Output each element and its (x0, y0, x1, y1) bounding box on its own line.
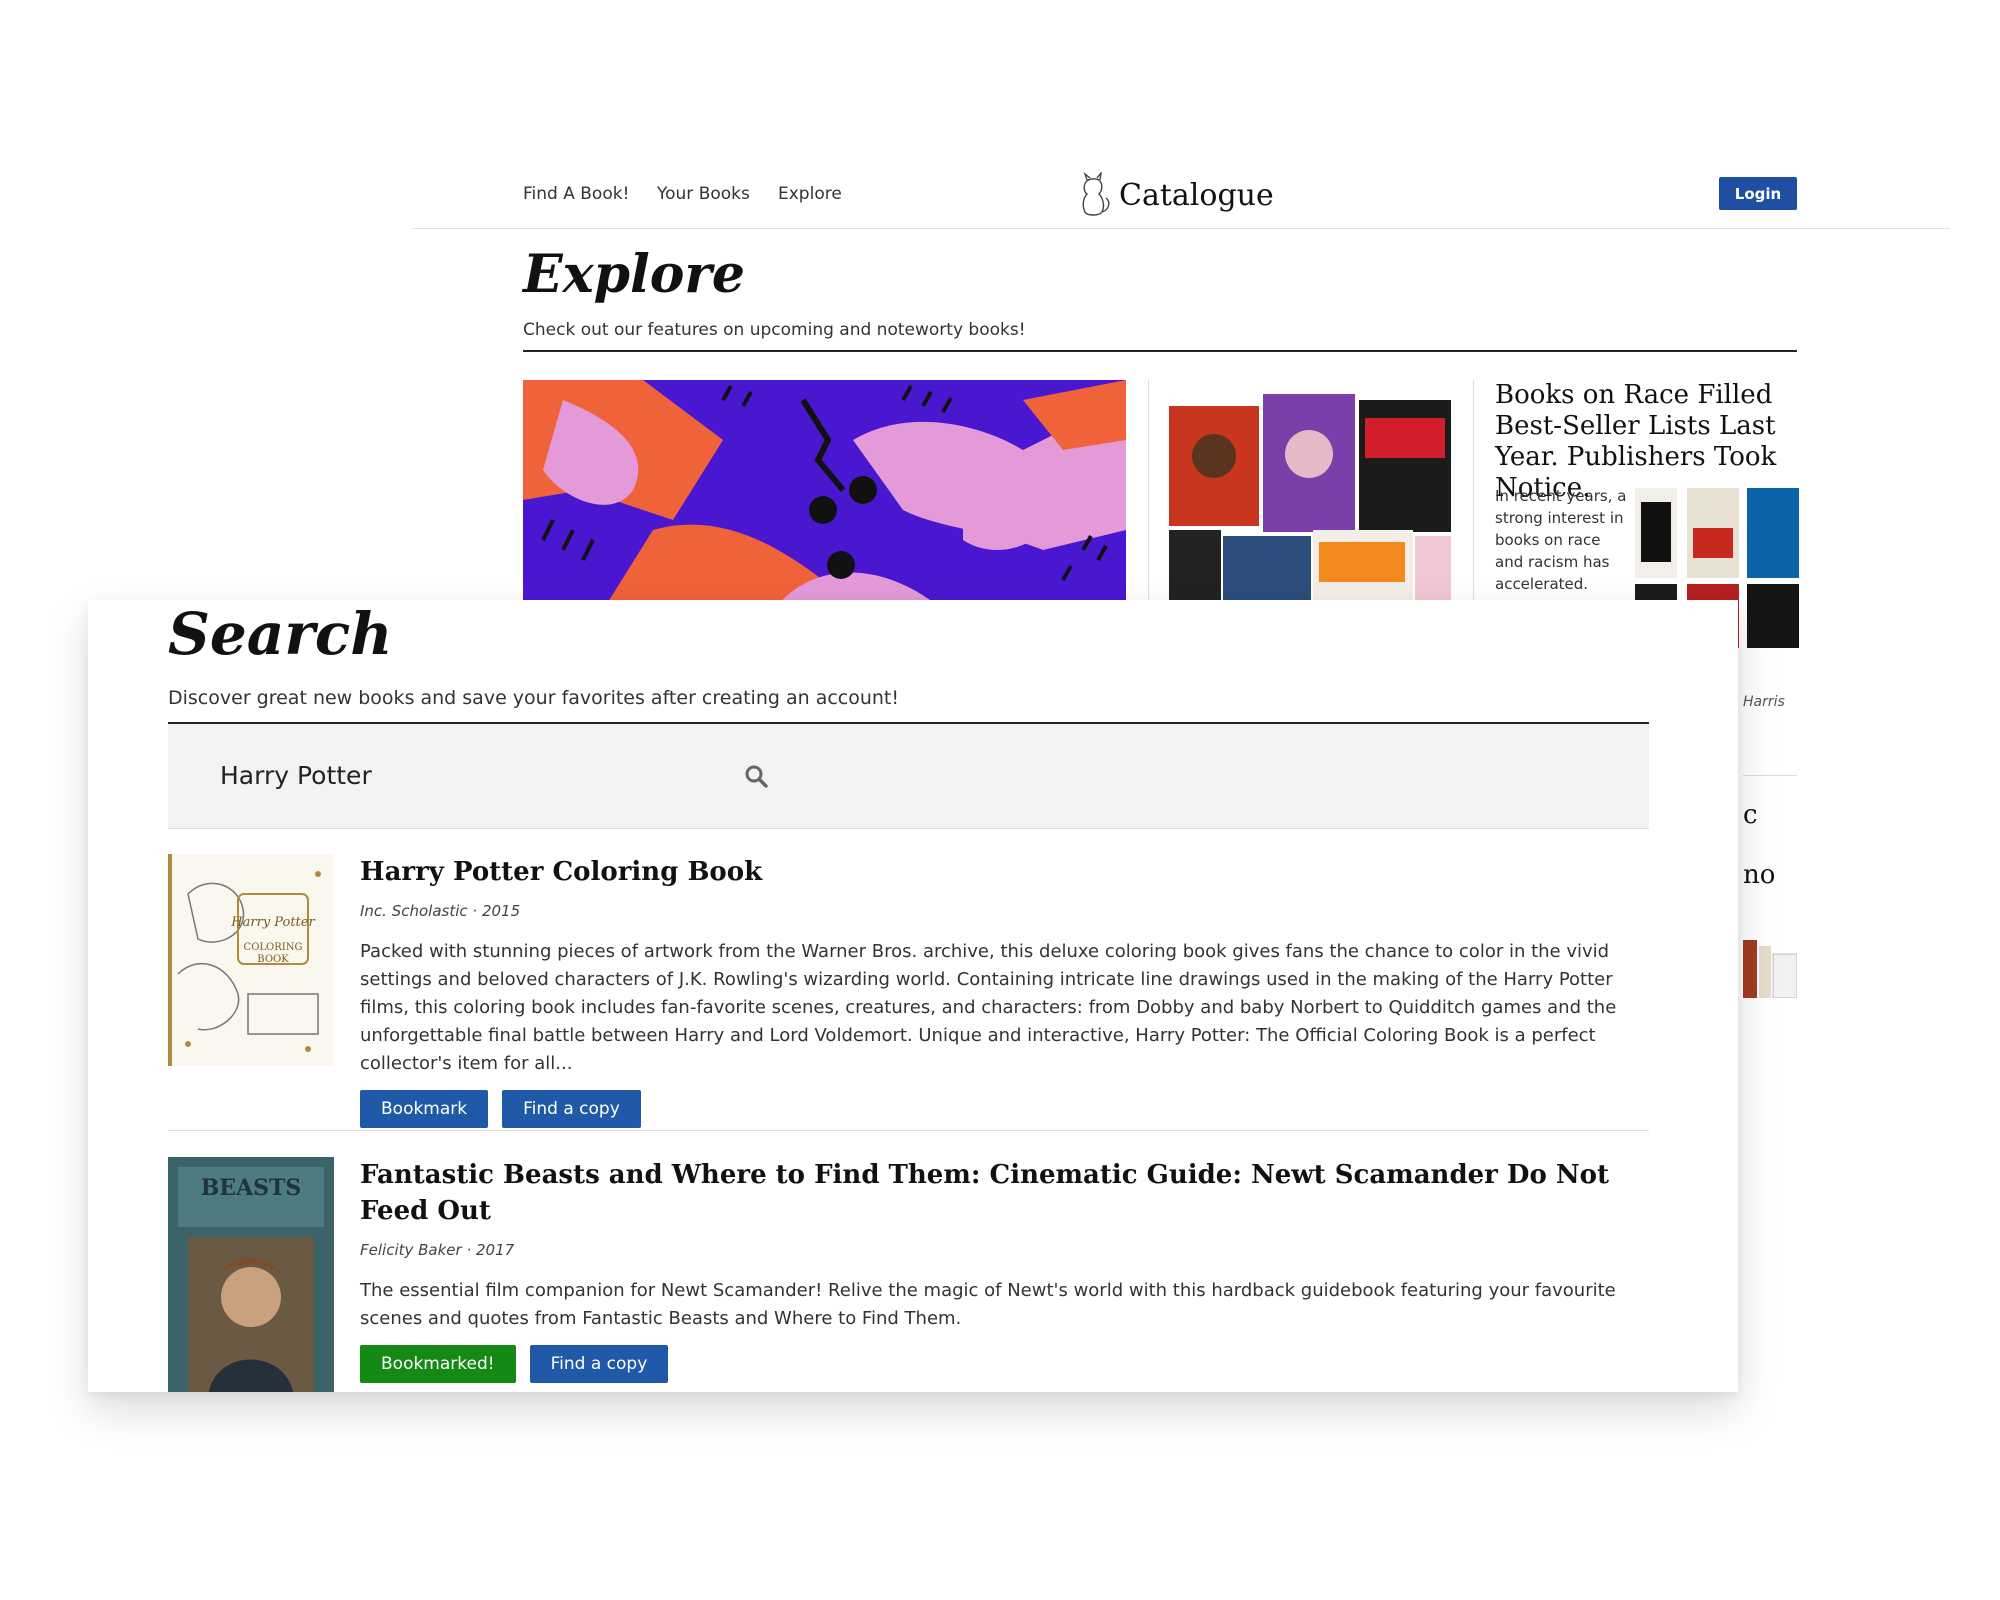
svg-text:COLORING: COLORING (244, 942, 303, 953)
find-a-copy-button[interactable]: Find a copy (502, 1090, 641, 1128)
side-covers-fragment (1743, 940, 1797, 998)
book-description: Packed with stunning pieces of artwork f… (360, 941, 1617, 1074)
feature-artwork[interactable] (523, 380, 1126, 610)
result-actions: Bookmark Find a copy (360, 1090, 1649, 1128)
book-title[interactable]: Fantastic Beasts and Where to Find Them:… (360, 1157, 1649, 1229)
cat-logo-icon (1082, 172, 1110, 216)
svg-text:BEASTS: BEASTS (201, 1175, 302, 1201)
book-meta: Inc. Scholastic · 2015 (360, 902, 521, 920)
result-details: Harry Potter Coloring Book Inc. Scholast… (360, 854, 1649, 1128)
nav-link-explore[interactable]: Explore (778, 184, 842, 204)
result-actions: Bookmarked! Find a copy (360, 1345, 1649, 1383)
book-cover[interactable]: BEASTS (168, 1157, 334, 1392)
result-separator (168, 1130, 1649, 1131)
result-details: Fantastic Beasts and Where to Find Them:… (360, 1157, 1649, 1383)
feature-divider (1148, 380, 1149, 605)
side-heading-fragment: c (1743, 800, 1758, 830)
book-covers-collage[interactable] (1169, 394, 1451, 614)
page-subtitle: Discover great new books and save your f… (168, 687, 899, 709)
svg-text:Harry Potter: Harry Potter (230, 915, 315, 930)
search-icon[interactable] (744, 764, 768, 788)
book-cover[interactable]: Harry Potter COLORING BOOK (168, 854, 334, 1066)
side-heading-fragment-2: no (1743, 860, 1776, 890)
page-title: Search (168, 600, 393, 668)
book-meta: Felicity Baker · 2017 (360, 1241, 515, 1259)
book-title[interactable]: Harry Potter Coloring Book (360, 854, 1649, 890)
bookmarked-button[interactable]: Bookmarked! (360, 1345, 516, 1383)
nav-link-your-books[interactable]: Your Books (657, 184, 750, 204)
login-button[interactable]: Login (1719, 177, 1797, 210)
book-description: The essential film companion for Newt Sc… (360, 1280, 1616, 1329)
side-feature-divider (1743, 775, 1797, 776)
search-input[interactable] (218, 754, 722, 796)
title-divider (523, 350, 1797, 352)
side-feature-author: Harris (1743, 694, 1785, 710)
search-window: Search Discover great new books and save… (88, 600, 1738, 1392)
find-a-copy-button[interactable]: Find a copy (529, 1345, 669, 1383)
bookmark-button[interactable]: Bookmark (360, 1090, 489, 1128)
page-subtitle: Check out our features on upcoming and n… (523, 320, 1026, 340)
side-feature-excerpt: In recent years, a strong interest in bo… (1495, 487, 1627, 593)
brand-name: Catalogue (1119, 177, 1274, 213)
side-divider (1473, 380, 1474, 605)
brand[interactable]: Catalogue (1073, 170, 1274, 220)
nav-link-find-a-book[interactable]: Find A Book! (523, 184, 629, 204)
svg-text:BOOK: BOOK (257, 954, 289, 965)
page-title: Explore (523, 244, 745, 305)
top-navbar: Find A Book! Your Books Explore Catalogu… (413, 160, 1950, 229)
search-bar (168, 724, 1649, 829)
